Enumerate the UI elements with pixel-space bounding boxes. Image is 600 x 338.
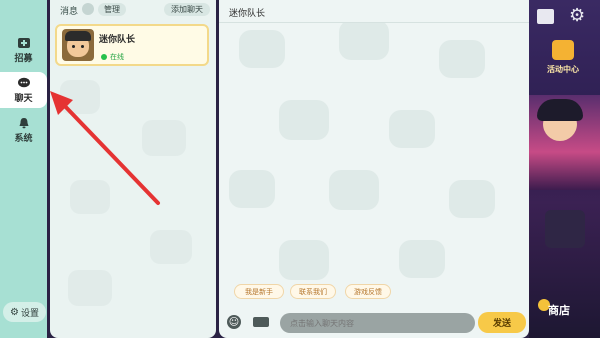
manage-label: 管理 xyxy=(104,5,120,14)
bell-icon xyxy=(19,117,28,128)
add-chat-button[interactable]: 添加聊天 xyxy=(164,3,210,16)
settings-button[interactable]: ⚙ 设置 xyxy=(3,302,46,322)
nav-recruit-label: 招募 xyxy=(14,53,33,64)
contact-status: 在线 xyxy=(110,53,124,61)
contact-name: 迷你队长 xyxy=(99,35,136,45)
gear-icon: ⚙ xyxy=(10,306,19,318)
quick-reply-contact[interactable]: 联系我们 xyxy=(290,284,336,299)
settings-label: 设置 xyxy=(20,308,39,319)
quick-reply-label: 游戏反馈 xyxy=(354,287,382,296)
event-center-button[interactable]: 活动中心 xyxy=(537,40,589,78)
list-header: 消息 管理 添加聊天 xyxy=(58,3,213,17)
game-side-strip: ⚙ 活动中心 商店 xyxy=(529,0,600,338)
nav-chat-label: 聊天 xyxy=(14,93,33,104)
megaphone-icon xyxy=(552,40,574,60)
shop-button[interactable]: 商店 xyxy=(538,296,598,324)
mail-icon[interactable] xyxy=(537,9,554,24)
keyboard-icon[interactable] xyxy=(253,317,269,327)
gear-icon[interactable]: ⚙ xyxy=(569,5,585,26)
quick-reply-newbie[interactable]: 我是新手 xyxy=(234,284,284,299)
chat-title: 迷你队长 xyxy=(229,9,266,19)
recruit-icon xyxy=(17,37,30,48)
nav-recruit[interactable]: 招募 xyxy=(0,32,47,68)
list-title: 消息 xyxy=(60,7,79,17)
avatar xyxy=(62,29,94,61)
quick-reply-feedback[interactable]: 游戏反馈 xyxy=(345,284,391,299)
nav-system-label: 系统 xyxy=(14,133,33,144)
quick-reply-label: 联系我们 xyxy=(299,287,327,296)
send-button[interactable]: 发送 xyxy=(478,312,526,333)
add-chat-label: 添加聊天 xyxy=(171,5,203,14)
hammer-icon[interactable] xyxy=(545,210,585,248)
shop-label: 商店 xyxy=(548,304,570,317)
chat-bubble-icon xyxy=(17,77,30,87)
manage-button[interactable]: 管理 xyxy=(98,3,126,16)
event-label: 活动中心 xyxy=(547,65,579,74)
quick-reply-label: 我是新手 xyxy=(245,287,273,296)
red-arrow-annotation xyxy=(50,91,160,205)
avatar-small-icon xyxy=(82,3,94,15)
chat-input[interactable] xyxy=(280,313,475,333)
contact-card[interactable]: 迷你队长 在线 xyxy=(55,24,209,66)
online-status-dot xyxy=(101,54,107,60)
emoji-icon[interactable]: ☺ xyxy=(227,315,241,329)
character-art xyxy=(529,95,600,190)
